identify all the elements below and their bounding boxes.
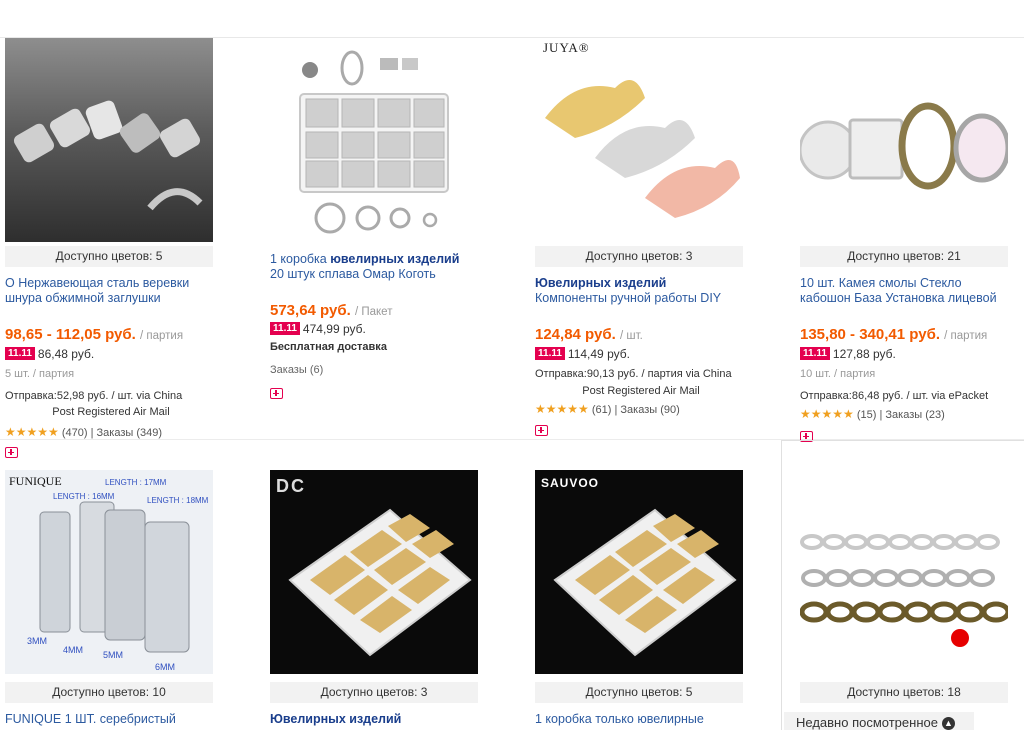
title-rest: Компоненты ручной работы DIY bbox=[535, 291, 722, 305]
product-price: 98,65 - 112,05 руб. / партия bbox=[5, 326, 183, 343]
shipping-info: Отправка:52,98 руб. / шт. via China Post… bbox=[5, 387, 217, 421]
price-unit: / Пакет bbox=[354, 306, 393, 318]
title-rest: 20 штук сплава Омар Коготь bbox=[270, 267, 436, 281]
price-unit: / шт. bbox=[619, 330, 643, 342]
free-shipping: Бесплатная доставка bbox=[270, 341, 387, 353]
recently-viewed-label: Недавно посмотренное bbox=[796, 715, 938, 730]
product-title[interactable]: О Нержавеющая сталь веревки шнура обжимн… bbox=[5, 276, 217, 306]
promo-value: 127,88 руб. bbox=[832, 347, 896, 361]
title-prefix: 1 коробка bbox=[270, 252, 327, 266]
price-unit: / партия bbox=[140, 330, 184, 342]
colors-available: Доступно цветов: 10 bbox=[5, 682, 213, 703]
product-price: 573,64 руб. / Пакет bbox=[270, 302, 392, 319]
product-title[interactable]: FUNIQUE 1 ШТ. серебристый bbox=[5, 712, 217, 727]
colors-available: Доступно цветов: 18 bbox=[800, 682, 1008, 703]
diameter-label: 6MM bbox=[155, 662, 175, 672]
price-value: 573,64 руб. bbox=[270, 302, 351, 319]
lot-size: 5 шт. / партия bbox=[5, 368, 75, 380]
product-title[interactable]: 1 коробка ювелирных изделий 20 штук сплав… bbox=[270, 252, 482, 282]
recently-viewed-toggle[interactable]: Недавно посмотренное ▲ bbox=[784, 712, 974, 730]
price-value: 98,65 - 112,05 руб. bbox=[5, 326, 136, 343]
product-image[interactable]: DC bbox=[270, 470, 478, 674]
product-card[interactable]: FUNIQUE LENGTH : 16MM LENGTH : 17MM LENG… bbox=[5, 470, 217, 730]
product-image[interactable] bbox=[270, 38, 478, 242]
rating-stars-icon: ★★★★★ bbox=[535, 402, 589, 416]
product-title[interactable]: 10 шт. Камея смолы Стекло кабошон База У… bbox=[800, 276, 1012, 306]
shipping-method: Post Registered Air Mail bbox=[582, 385, 700, 397]
shipping-cost: Отправка:90,13 руб. / партия via China bbox=[535, 368, 732, 380]
promo-value: 114,49 руб. bbox=[567, 347, 630, 361]
rating-stars-icon: ★★★★★ bbox=[5, 425, 59, 439]
product-card[interactable]: SAUVOO Доступно цветов: 5 1 коробка толь… bbox=[535, 470, 747, 730]
promo-price: 11.11 86,48 руб. bbox=[5, 347, 94, 361]
rating-row: ★★★★★ (15) | Заказы (23) bbox=[800, 407, 945, 421]
diameter-label: 5MM bbox=[103, 650, 123, 660]
product-price: 124,84 руб. / шт. bbox=[535, 326, 643, 343]
lot-size: 10 шт. / партия bbox=[800, 368, 876, 380]
product-image[interactable]: FUNIQUE LENGTH : 16MM LENGTH : 17MM LENG… bbox=[5, 470, 213, 674]
shipping-cost: Отправка:86,48 руб. / шт. via ePacket bbox=[800, 390, 989, 402]
promo-value: 474,99 руб. bbox=[302, 322, 366, 336]
promo-price: 11.11 474,99 руб. bbox=[270, 322, 366, 336]
shipping-info: Отправка:86,48 руб. / шт. via ePacket bbox=[800, 387, 1012, 405]
product-price: 135,80 - 340,41 руб. / партия bbox=[800, 326, 987, 343]
add-to-cart-icon[interactable] bbox=[535, 425, 548, 436]
sale-badge: 11.11 bbox=[800, 347, 830, 360]
shipping-method: Post Registered Air Mail bbox=[52, 406, 170, 418]
title-bold: ювелирных изделий bbox=[330, 252, 460, 266]
product-image[interactable] bbox=[800, 38, 1008, 242]
colors-available: Доступно цветов: 21 bbox=[800, 246, 1008, 267]
product-image[interactable] bbox=[5, 38, 213, 242]
clasp-photo bbox=[13, 100, 203, 211]
rating-text: (61) | Заказы (90) bbox=[591, 404, 680, 416]
rating-text: (15) | Заказы (23) bbox=[856, 409, 945, 421]
product-card[interactable]: DC Доступно цветов: 3 Ювелирных изделий bbox=[270, 470, 482, 730]
title-bold: Ювелирных изделий bbox=[270, 712, 402, 726]
promo-value: 86,48 руб. bbox=[37, 347, 95, 361]
chevron-up-icon: ▲ bbox=[941, 717, 955, 730]
price-value: 135,80 - 340,41 руб. bbox=[800, 326, 940, 343]
promo-price: 11.11 114,49 руб. bbox=[535, 347, 630, 361]
sale-badge: 11.11 bbox=[270, 322, 300, 335]
colors-available: Доступно цветов: 5 bbox=[535, 682, 743, 703]
rating-row: ★★★★★ (470) | Заказы (349) bbox=[5, 425, 162, 439]
shipping-info: Отправка:90,13 руб. / партия via China P… bbox=[535, 365, 747, 400]
brand-logo: JUYA® bbox=[543, 40, 590, 55]
add-to-cart-icon[interactable] bbox=[270, 388, 283, 399]
diameter-label: 3MM bbox=[27, 636, 47, 646]
product-title[interactable]: Ювелирных изделий Компоненты ручной работ… bbox=[535, 276, 747, 306]
add-to-cart-icon[interactable] bbox=[5, 447, 18, 458]
product-title[interactable]: 1 коробка только ювелирные bbox=[535, 712, 747, 727]
findings-box-photo bbox=[288, 508, 472, 657]
sale-badge: 11.11 bbox=[535, 347, 565, 360]
price-unit: / партия bbox=[944, 330, 988, 342]
rating-stars-icon: ★★★★★ bbox=[800, 407, 854, 421]
colors-available: Доступно цветов: 3 bbox=[535, 246, 743, 267]
diameter-label: 4MM bbox=[63, 645, 83, 655]
colors-available: Доступно цветов: 3 bbox=[270, 682, 478, 703]
title-bold: Ювелирных изделий bbox=[535, 276, 667, 290]
product-card[interactable]: Доступно цветов: 18 bbox=[800, 470, 1012, 730]
product-title[interactable]: Ювелирных изделий bbox=[270, 712, 482, 727]
promo-price: 11.11 127,88 руб. bbox=[800, 347, 896, 361]
product-card[interactable]: JUYA® Доступно цветов: 3 Ювелирных издел… bbox=[535, 38, 747, 438]
rating-text: (470) | Заказы (349) bbox=[61, 427, 163, 439]
product-card[interactable]: Доступно цветов: 5 О Нержавеющая сталь в… bbox=[5, 38, 217, 458]
chain-photo bbox=[800, 534, 1008, 647]
clasp-photo bbox=[545, 80, 740, 218]
product-image[interactable]: SAUVOO bbox=[535, 470, 743, 674]
product-image[interactable] bbox=[800, 470, 1008, 674]
findings-box-photo bbox=[299, 50, 449, 234]
rating-row: ★★★★★ (61) | Заказы (90) bbox=[535, 402, 680, 416]
findings-box-photo bbox=[553, 508, 737, 657]
sale-badge: 11.11 bbox=[5, 347, 35, 360]
colors-available: Доступно цветов: 5 bbox=[5, 246, 213, 267]
cabochon-photo bbox=[800, 102, 1008, 190]
price-value: 124,84 руб. bbox=[535, 326, 616, 343]
product-card[interactable]: Доступно цветов: 21 10 шт. Камея смолы С… bbox=[800, 38, 1012, 442]
product-card[interactable]: 1 коробка ювелирных изделий 20 штук сплав… bbox=[270, 38, 482, 438]
product-image[interactable]: JUYA® bbox=[535, 38, 743, 242]
orders-count: Заказы (6) bbox=[270, 364, 324, 376]
